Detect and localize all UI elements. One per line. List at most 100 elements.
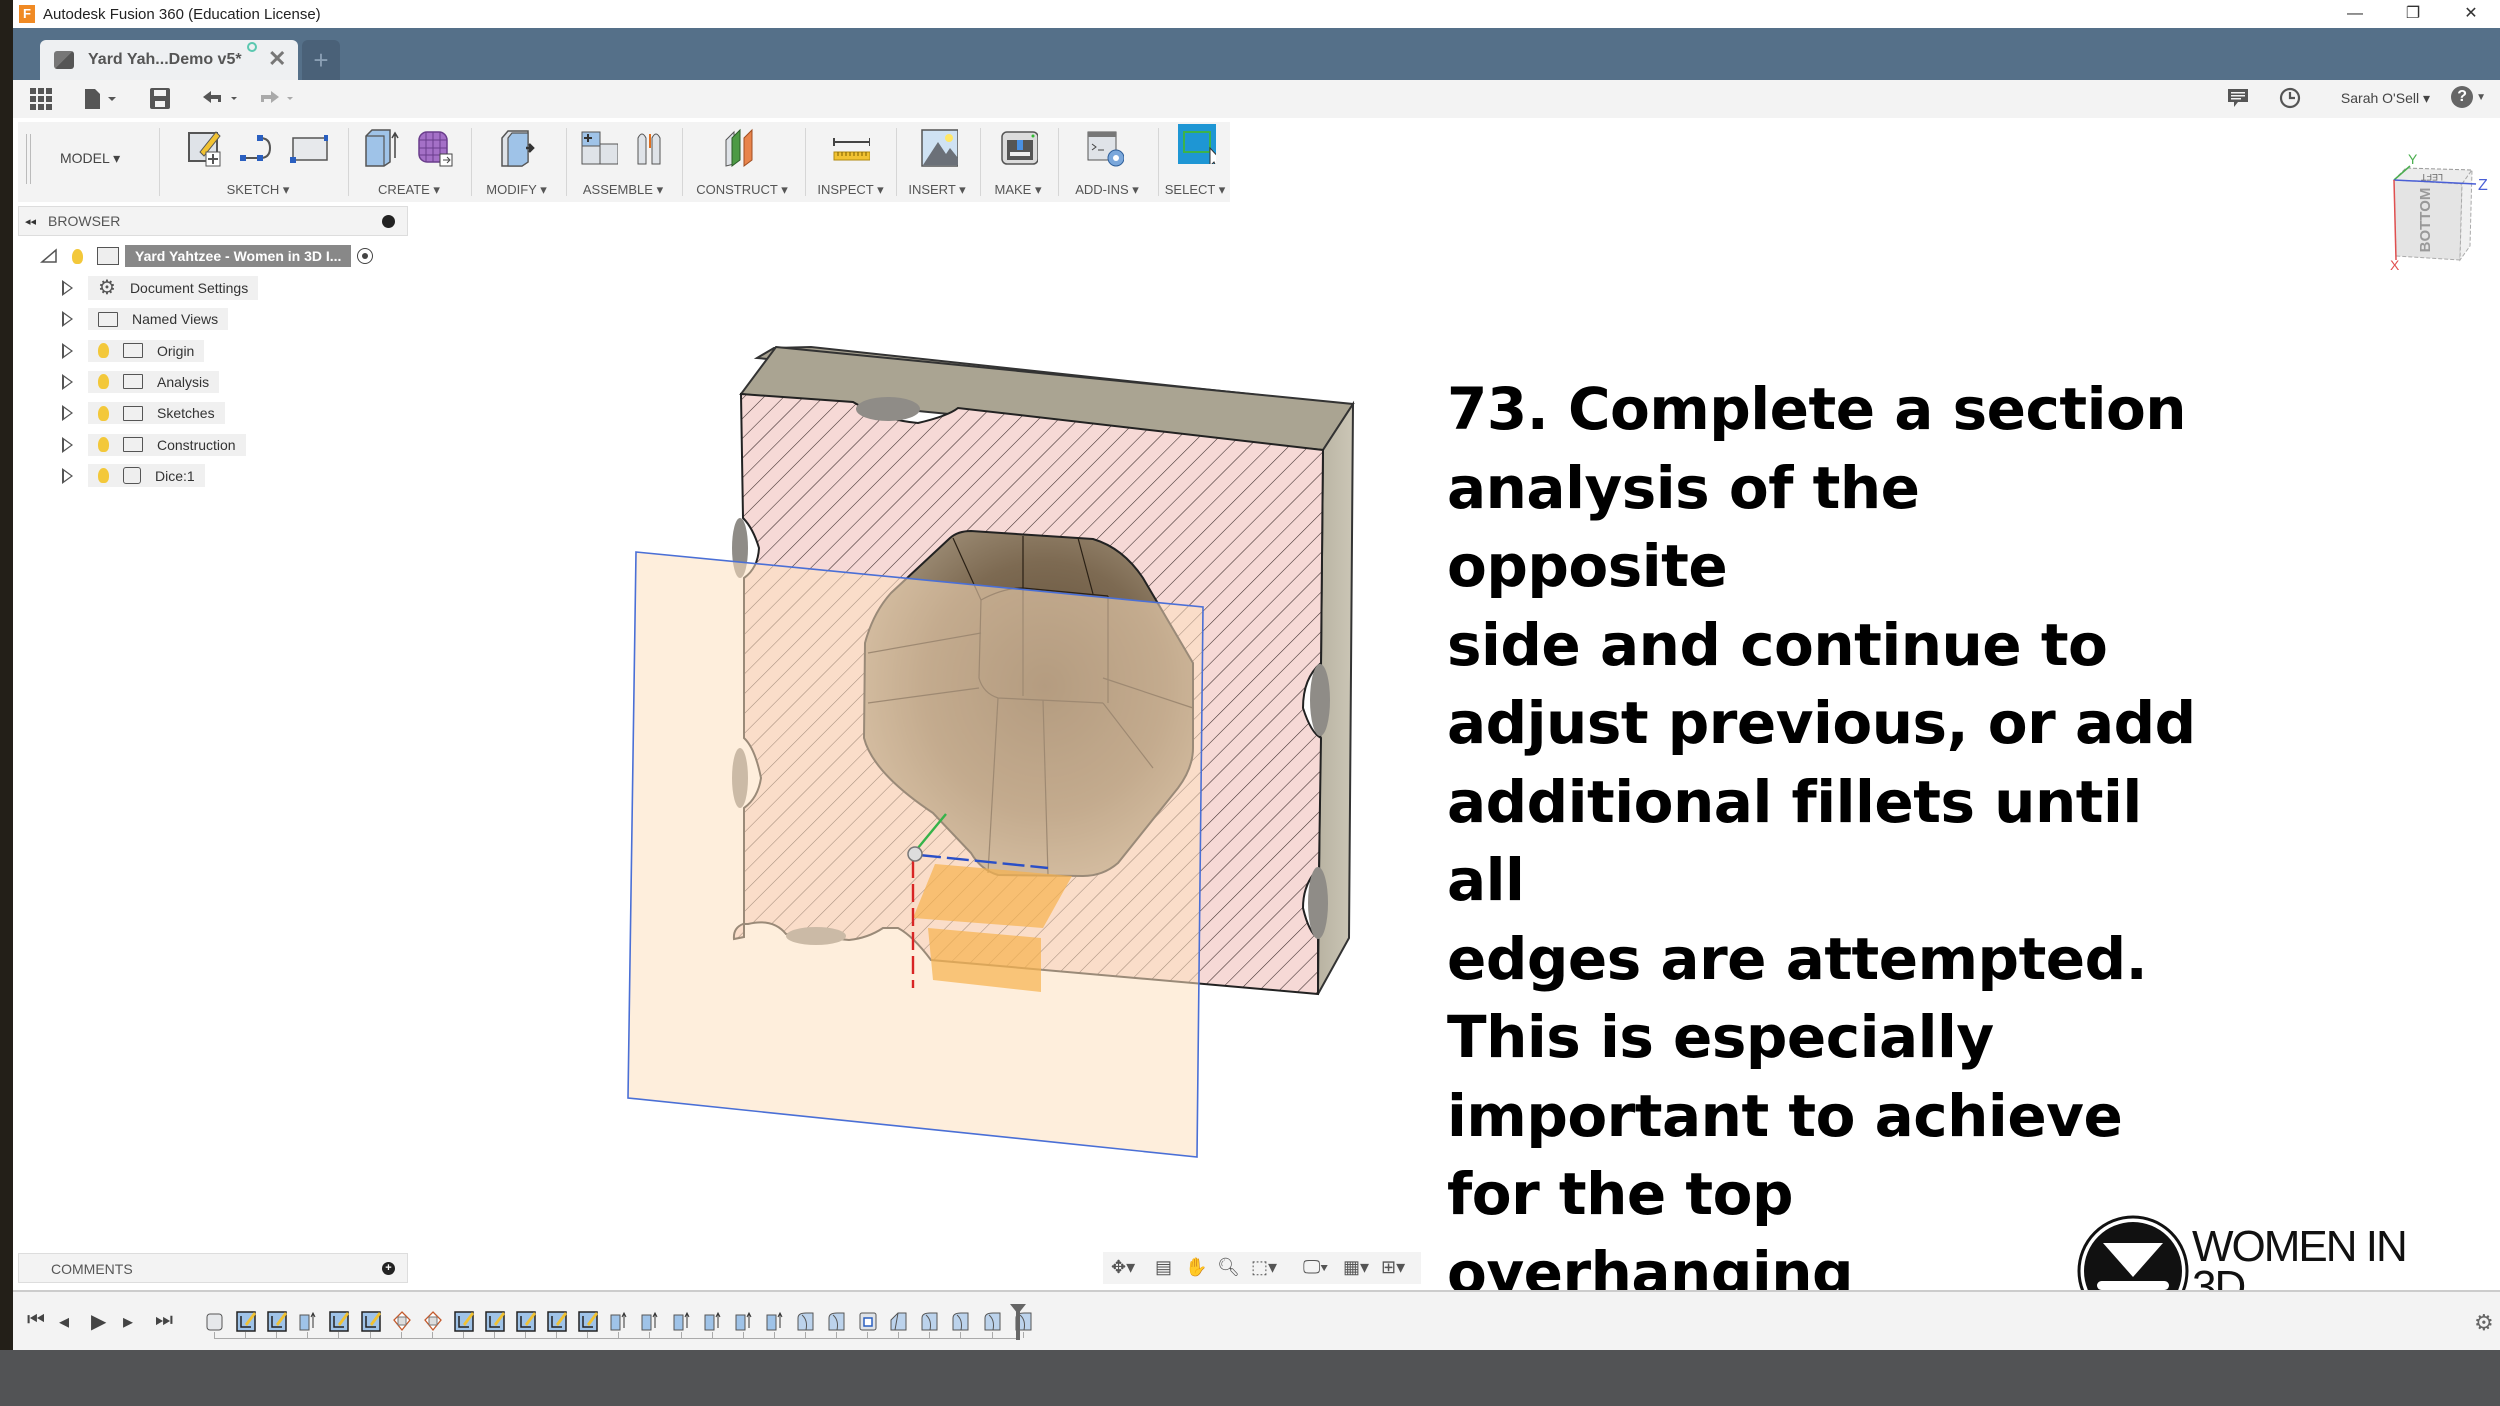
zoom-icon[interactable]: 🔍︎ [1217, 1257, 1240, 1278]
browser-item-chip[interactable]: Named Views [88, 308, 229, 331]
expand-triangle-icon[interactable] [62, 436, 74, 453]
timeline-play-icon[interactable]: ▶ [91, 1309, 106, 1334]
expand-triangle-icon[interactable] [62, 280, 74, 296]
timeline-chamfer-icon[interactable] [889, 1310, 909, 1332]
timeline-fillet-icon[interactable] [827, 1310, 847, 1332]
timeline-sketch-icon[interactable] [578, 1310, 599, 1332]
timeline-sketch-icon[interactable] [360, 1310, 381, 1332]
expand-triangle-icon[interactable] [62, 373, 74, 390]
document-tab[interactable]: Yard Yah...Demo v5* ✕ [40, 40, 298, 80]
viewports-icon[interactable]: ⊞▾ [1381, 1257, 1405, 1278]
timeline-fillet-icon[interactable] [920, 1310, 940, 1332]
measure-icon[interactable] [832, 128, 870, 168]
construct-group[interactable]: CONSTRUCT ▾ [684, 122, 800, 202]
data-panel-grid-icon[interactable] [30, 88, 52, 110]
collapse-browser-icon[interactable]: ◂◂ [25, 215, 36, 228]
comments-panel-header[interactable]: COMMENTS + [18, 1253, 408, 1283]
minimize-browser-icon[interactable] [382, 215, 395, 228]
browser-item-construction[interactable]: Construction [62, 433, 246, 457]
timeline-extrude-icon[interactable] [640, 1310, 660, 1332]
offset-plane-icon[interactable] [722, 128, 760, 168]
orbit-icon[interactable]: ✥▾ [1111, 1257, 1135, 1278]
minimize-button[interactable]: — [2326, 0, 2384, 28]
visibility-bulb-icon[interactable] [98, 405, 109, 421]
new-component-icon[interactable] [580, 128, 618, 168]
visibility-bulb-icon[interactable] [98, 468, 109, 484]
job-status-clock-icon[interactable] [2278, 86, 2302, 110]
browser-item-chip[interactable]: Sketches [88, 402, 225, 425]
browser-item-document-settings[interactable]: ⚙ Document Settings [62, 276, 259, 300]
add-ins-group[interactable]: ADD-INS ▾ [1060, 122, 1154, 202]
select-group[interactable]: SELECT ▾ [1160, 122, 1230, 202]
assemble-menu-label[interactable]: ASSEMBLE ▾ [568, 182, 678, 198]
browser-item-named-views[interactable]: Named Views [62, 307, 229, 331]
notifications-icon[interactable] [2226, 86, 2250, 110]
make-menu-label[interactable]: MAKE ▾ [982, 182, 1054, 198]
press-pull-icon[interactable] [498, 128, 536, 168]
create-sketch-icon[interactable] [186, 128, 224, 168]
browser-item-chip[interactable]: Origin [88, 339, 205, 362]
insert-canvas-icon[interactable] [920, 128, 958, 168]
fit-window-icon[interactable]: ⬚▾ [1251, 1257, 1277, 1278]
expand-triangle-icon[interactable] [62, 311, 74, 328]
root-component-label[interactable]: Yard Yahtzee - Women in 3D I... [125, 245, 352, 267]
viewcube-bottom-face[interactable]: BOTTOM [2417, 188, 2434, 253]
activate-component-icon[interactable] [357, 248, 374, 264]
timeline-sketch-icon[interactable] [516, 1310, 536, 1332]
sketch-group[interactable]: SKETCH ▾ [168, 122, 348, 202]
browser-item-chip[interactable]: ⚙ Document Settings [88, 276, 259, 300]
timeline-extrude-icon[interactable] [298, 1310, 318, 1332]
create-menu-label[interactable]: CREATE ▾ [354, 182, 464, 198]
expand-triangle-icon[interactable] [62, 342, 74, 359]
timeline-skip-start-icon[interactable]: ⏮ [27, 1309, 45, 1332]
timeline-sketch-icon[interactable] [329, 1310, 350, 1332]
timeline-sketch-icon[interactable] [485, 1310, 505, 1332]
browser-item-sketches[interactable]: Sketches [62, 401, 225, 425]
close-tab-icon[interactable]: ✕ [268, 46, 286, 72]
user-account-menu[interactable]: Sarah O'Sell ▾ [2341, 90, 2430, 107]
view-cube[interactable]: LEFT BOTTOM Y Z X [2380, 150, 2490, 273]
timeline-sketch-icon[interactable] [454, 1310, 474, 1332]
new-tab-button[interactable]: + [302, 40, 340, 80]
browser-item-chip[interactable]: Dice:1 [88, 464, 205, 488]
timeline-extrude-icon[interactable] [609, 1310, 629, 1332]
add-ins-menu-label[interactable]: ADD-INS ▾ [1060, 182, 1154, 198]
insert-menu-label[interactable]: INSERT ▾ [898, 182, 976, 198]
create-group[interactable]: CREATE ▾ [354, 122, 464, 202]
timeline-step-back-icon[interactable]: ◂ [59, 1309, 69, 1334]
visibility-bulb-icon[interactable] [72, 248, 83, 264]
timeline-settings-gear-icon[interactable]: ⚙ [2474, 1310, 2494, 1336]
select-menu-label[interactable]: SELECT ▾ [1160, 182, 1230, 198]
timeline-fillet-icon[interactable] [796, 1310, 816, 1332]
construct-menu-label[interactable]: CONSTRUCT ▾ [684, 182, 800, 198]
select-icon[interactable] [1178, 124, 1216, 164]
timeline-extrude-icon[interactable] [672, 1310, 692, 1332]
file-menu-icon[interactable] [83, 87, 119, 111]
timeline-shell-icon[interactable] [858, 1310, 878, 1332]
browser-item-chip[interactable]: Construction [88, 433, 246, 456]
make-group[interactable]: MAKE ▾ [982, 122, 1054, 202]
rectangle-sketch-icon[interactable] [290, 128, 328, 168]
timeline-extrude-icon[interactable] [765, 1310, 785, 1332]
help-menu[interactable]: ? ▼ [2451, 86, 2486, 108]
browser-item-chip[interactable]: Analysis [88, 370, 220, 393]
timeline-sketch-icon[interactable] [267, 1310, 288, 1332]
inspect-menu-label[interactable]: INSPECT ▾ [808, 182, 893, 198]
visibility-bulb-icon[interactable] [98, 343, 109, 359]
timeline-extrude-icon[interactable] [734, 1310, 754, 1332]
inspect-group[interactable]: INSPECT ▾ [808, 122, 893, 202]
expand-triangle-icon[interactable] [62, 467, 74, 484]
joint-icon[interactable] [632, 128, 670, 168]
timeline-fillet-icon[interactable] [951, 1310, 971, 1332]
save-icon[interactable] [149, 87, 171, 111]
timeline-sketch-icon[interactable] [236, 1310, 257, 1332]
viewcube-left-face[interactable]: LEFT [2421, 172, 2444, 182]
timeline-step-forward-icon[interactable]: ▸ [123, 1309, 133, 1334]
scripts-addins-icon[interactable] [1086, 128, 1124, 168]
browser-item-origin[interactable]: Origin [62, 339, 205, 363]
browser-item-analysis[interactable]: Analysis [62, 370, 220, 394]
insert-group[interactable]: INSERT ▾ [898, 122, 976, 202]
grid-snaps-icon[interactable]: ▦▾ [1343, 1257, 1369, 1278]
modify-menu-label[interactable]: MODIFY ▾ [474, 182, 559, 198]
timeline-skip-end-icon[interactable]: ⏭ [155, 1309, 173, 1332]
